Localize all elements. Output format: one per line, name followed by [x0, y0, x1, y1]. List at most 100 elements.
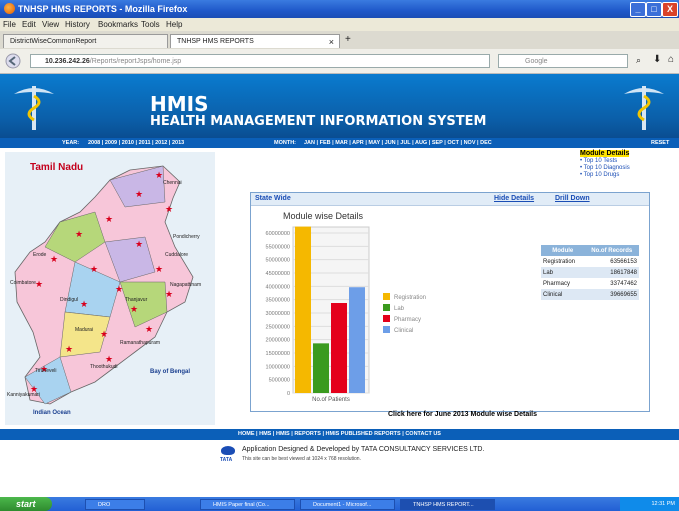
footer-link-reports[interactable]: REPORTS	[294, 431, 321, 437]
district-star-icon[interactable]: ★	[145, 324, 153, 334]
month-link-sep[interactable]: SEP	[432, 140, 443, 146]
top10-diagnosis-link[interactable]: Top 10 Diagnosis	[584, 165, 630, 171]
x-axis-label: No.of Patients	[312, 397, 350, 403]
module-details-link[interactable]: Module Details	[580, 150, 630, 157]
district-star-icon[interactable]: ★	[135, 239, 143, 249]
top10-tests-link[interactable]: Top 10 Tests	[584, 158, 618, 164]
table-header-records: No.of Records	[584, 245, 639, 256]
footer-link-hmis-published-reports[interactable]: HMIS PUBLISHED REPORTS	[326, 431, 401, 437]
year-link-2011[interactable]: 2011	[139, 140, 151, 146]
month-link-nov[interactable]: NOV	[464, 140, 476, 146]
report-links: Module Details • Top 10 Tests • Top 10 D…	[580, 150, 630, 178]
district-star-icon[interactable]: ★	[135, 189, 143, 199]
district-star-icon[interactable]: ★	[100, 329, 108, 339]
district-map-graphic[interactable]: ★★★★★★★★ ★★ ★ ★★ ★★ ★★★★★	[5, 152, 215, 425]
clock: 12:31 PM	[651, 501, 675, 507]
table-cell: Clinical	[541, 289, 585, 300]
table-cell: 18617848	[584, 267, 639, 278]
footer-link-home[interactable]: HOME	[238, 431, 255, 437]
year-link-2009[interactable]: 2009	[105, 140, 117, 146]
district-star-icon[interactable]: ★	[50, 254, 58, 264]
y-tick-label: 5000000	[269, 378, 290, 384]
start-button[interactable]: start	[0, 497, 52, 511]
new-tab-button[interactable]: +	[345, 34, 351, 45]
year-list: 2008 | 2009 | 2010 | 2011 | 2012 | 2013	[88, 138, 184, 148]
menu-bookmarks[interactable]: Bookmarks	[98, 20, 138, 29]
url-bar[interactable]: 10.236.242.26/Reports/reportJsps/home.js…	[30, 54, 490, 68]
month-link-may[interactable]: MAY	[368, 140, 380, 146]
month-link-feb[interactable]: FEB	[320, 140, 331, 146]
district-star-icon[interactable]: ★	[155, 170, 163, 180]
taskbar-item-dro[interactable]: DRO	[85, 499, 145, 510]
footer-link-contact-us[interactable]: CONTACT US	[405, 431, 441, 437]
bar-lab	[313, 343, 329, 393]
menu-edit[interactable]: Edit	[22, 20, 36, 29]
module-bar-chart: 6000000055000000500000004500000040000000…	[266, 226, 426, 403]
month-link-apr[interactable]: APR	[352, 140, 364, 146]
district-star-icon[interactable]: ★	[75, 229, 83, 239]
month-link-aug[interactable]: AUG	[415, 140, 427, 146]
tab-close-icon[interactable]: ×	[329, 35, 334, 49]
year-link-2008[interactable]: 2008	[88, 140, 100, 146]
month-link-jan[interactable]: JAN	[304, 140, 315, 146]
year-link-2013[interactable]: 2013	[172, 140, 184, 146]
table-cell: 63566153	[610, 258, 637, 265]
map-label-thoothukudi: Thoothukudi	[90, 364, 118, 370]
taskbar-item-hmis-paper[interactable]: HMIS Paper final (Co...	[200, 499, 295, 510]
tamil-nadu-map[interactable]: Tamil Nadu ★ ★ ★ ★ ★ ★ ★ ★ ★ ★ ★ ★ ★ ★ ★ ★ ★ ★ ★ ★ Chennai …	[5, 152, 215, 425]
reset-link[interactable]: RESET	[651, 138, 669, 148]
top10-drugs-link[interactable]: Top 10 Drugs	[584, 172, 620, 178]
minimize-button[interactable]: _	[630, 2, 646, 17]
menu-help[interactable]: Help	[166, 20, 182, 29]
district-star-icon[interactable]: ★	[130, 304, 138, 314]
footer-link-hms[interactable]: HMS	[259, 431, 271, 437]
magnifier-icon[interactable]: ⌕	[636, 55, 641, 66]
month-link-mar[interactable]: MAR	[335, 140, 348, 146]
month-link-oct[interactable]: OCT	[447, 140, 459, 146]
year-link-2012[interactable]: 2012	[155, 140, 167, 146]
footer-link-hmis[interactable]: HMIS	[276, 431, 290, 437]
download-icon[interactable]: ⬇	[653, 54, 661, 65]
legend-swatch	[383, 315, 390, 322]
menu-tools[interactable]: Tools	[141, 20, 160, 29]
district-star-icon[interactable]: ★	[165, 204, 173, 214]
month-link-jun[interactable]: JUN	[385, 140, 396, 146]
month-link-jul[interactable]: JUL	[400, 140, 410, 146]
y-tick-label: 10000000	[266, 364, 290, 370]
district-star-icon[interactable]: ★	[165, 289, 173, 299]
district-star-icon[interactable]: ★	[65, 344, 73, 354]
menu-view[interactable]: View	[42, 20, 59, 29]
legend-label: Registration	[394, 295, 426, 301]
district-star-icon[interactable]: ★	[80, 299, 88, 309]
legend-swatch	[383, 326, 390, 333]
y-tick-label: 60000000	[266, 231, 290, 237]
hide-details-link[interactable]: Hide Details	[494, 195, 534, 202]
table-row: Registration 63566153	[541, 256, 639, 267]
year-link-2010[interactable]: 2010	[122, 140, 134, 146]
table-cell: 33747462	[610, 280, 637, 287]
menu-history[interactable]: History	[65, 20, 90, 29]
tab-hms-reports[interactable]: TNHSP HMS REPORTS ×	[170, 34, 340, 48]
district-star-icon[interactable]: ★	[115, 284, 123, 294]
home-icon[interactable]: ⌂	[668, 54, 674, 65]
drill-down-link[interactable]: Drill Down	[555, 195, 590, 202]
footer-links[interactable]: HOME | HMS | HMIS | REPORTS | HMIS PUBLI…	[238, 431, 441, 437]
back-icon[interactable]	[5, 53, 21, 69]
maximize-button[interactable]: □	[646, 2, 662, 17]
month-link-dec[interactable]: DEC	[480, 140, 492, 146]
district-star-icon[interactable]: ★	[105, 354, 113, 364]
tab-district-report[interactable]: DistrictWiseCommonReport	[3, 34, 168, 48]
menu-file[interactable]: File	[3, 20, 16, 29]
district-star-icon[interactable]: ★	[90, 264, 98, 274]
taskbar-item-document1[interactable]: Document1 - Microsof...	[300, 499, 395, 510]
tata-logo-text: TATA	[220, 457, 233, 463]
june-details-link[interactable]: Click here for June 2013 Module wise Det…	[388, 411, 537, 418]
table-row: Lab 18617848	[541, 267, 639, 278]
window-title-bar[interactable]: TNHSP HMS REPORTS - Mozilla Firefox _ □ …	[0, 0, 679, 18]
district-star-icon[interactable]: ★	[155, 264, 163, 274]
district-star-icon[interactable]: ★	[105, 214, 113, 224]
taskbar-item-tnhsp[interactable]: TNHSP HMS REPORT...	[400, 499, 495, 510]
close-button[interactable]: X	[662, 2, 678, 17]
search-input[interactable]: Google	[498, 54, 628, 68]
district-star-icon[interactable]: ★	[35, 279, 43, 289]
